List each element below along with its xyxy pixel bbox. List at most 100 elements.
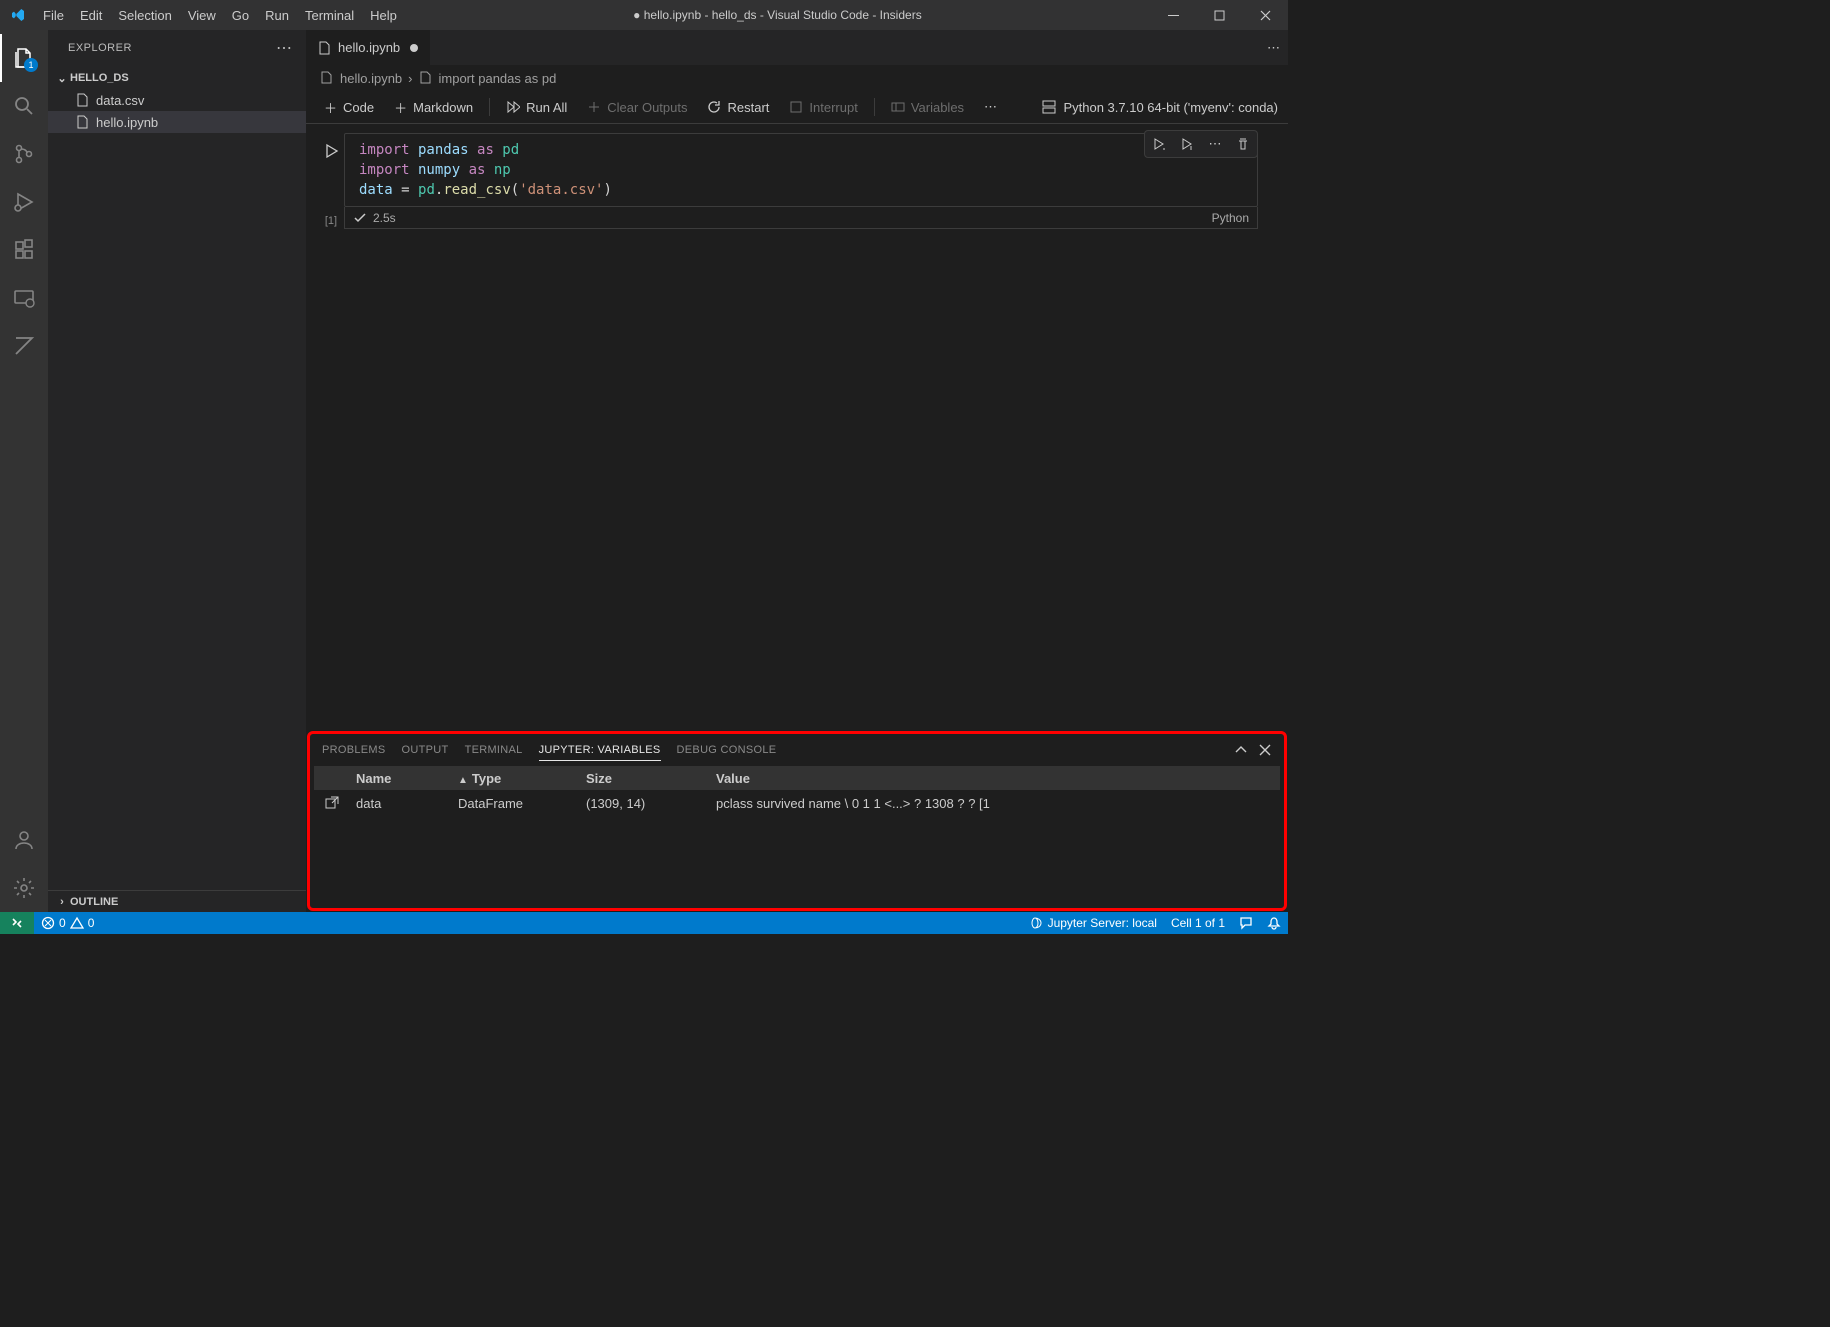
col-value[interactable]: Value bbox=[716, 771, 1280, 786]
bell-icon bbox=[1267, 916, 1281, 930]
interrupt-button[interactable]: Interrupt bbox=[781, 98, 865, 117]
server-icon bbox=[1041, 99, 1057, 115]
add-code-button[interactable]: ＋Code bbox=[316, 96, 382, 119]
project-folder[interactable]: ⌄ HELLO_DS bbox=[48, 67, 306, 89]
account-activity[interactable] bbox=[0, 816, 48, 864]
menu-bar: File Edit Selection View Go Run Terminal… bbox=[35, 0, 405, 30]
sidebar-more-icon[interactable]: ⋯ bbox=[276, 38, 294, 58]
toolbar-more-button[interactable]: ⋯ bbox=[976, 97, 1005, 117]
cell-status-bar: 2.5s Python bbox=[344, 207, 1258, 229]
panel-tabs: PROBLEMS OUTPUT TERMINAL JUPYTER: VARIAB… bbox=[310, 734, 1284, 766]
main-area: 1 EXPLORER ⋯ ⌄ HELLO_DS data.csv bbox=[0, 30, 1288, 912]
file-icon bbox=[316, 40, 332, 56]
exec-time: 2.5s bbox=[373, 211, 396, 225]
title-bar: File Edit Selection View Go Run Terminal… bbox=[0, 0, 1288, 30]
menu-run[interactable]: Run bbox=[257, 0, 297, 30]
minimize-button[interactable] bbox=[1150, 0, 1196, 30]
run-cell-button[interactable] bbox=[323, 143, 339, 159]
restart-button[interactable]: Restart bbox=[699, 98, 777, 117]
outline-label: OUTLINE bbox=[70, 896, 118, 908]
notifications-button[interactable] bbox=[1260, 912, 1288, 934]
remote-activity[interactable] bbox=[0, 274, 48, 322]
variables-button[interactable]: Variables bbox=[883, 98, 972, 117]
panel-maximize-button[interactable] bbox=[1234, 743, 1248, 757]
file-label: data.csv bbox=[96, 93, 144, 108]
panel-tab-terminal[interactable]: TERMINAL bbox=[465, 740, 523, 760]
var-type: DataFrame bbox=[458, 796, 586, 811]
maximize-button[interactable] bbox=[1196, 0, 1242, 30]
cell-language[interactable]: Python bbox=[1212, 211, 1249, 225]
jupyter-activity[interactable] bbox=[0, 322, 48, 370]
window-title: ● hello.ipynb - hello_ds - Visual Studio… bbox=[405, 8, 1150, 22]
fn: read_csv bbox=[443, 182, 510, 198]
file-icon bbox=[74, 92, 90, 108]
paren: ) bbox=[604, 182, 612, 198]
menu-go[interactable]: Go bbox=[224, 0, 257, 30]
cell-position[interactable]: Cell 1 of 1 bbox=[1164, 912, 1232, 934]
chevron-right-icon: › bbox=[54, 896, 70, 908]
cell-more-button[interactable]: ⋯ bbox=[1203, 133, 1227, 155]
label: Interrupt bbox=[809, 100, 857, 115]
variables-header-row: Name ▲Type Size Value bbox=[314, 766, 1280, 790]
plus-icon: ＋ bbox=[394, 98, 407, 117]
panel-tab-jupyter-variables[interactable]: JUPYTER: VARIABLES bbox=[539, 740, 661, 761]
scm-activity[interactable] bbox=[0, 130, 48, 178]
clear-outputs-button[interactable]: Clear Outputs bbox=[579, 98, 695, 117]
window-controls bbox=[1150, 0, 1288, 30]
panel-tab-output[interactable]: OUTPUT bbox=[402, 740, 449, 760]
add-markdown-button[interactable]: ＋Markdown bbox=[386, 96, 481, 119]
variable-row[interactable]: data DataFrame (1309, 14) pclass survive… bbox=[314, 790, 1280, 816]
more-icon[interactable]: ⋯ bbox=[1267, 40, 1280, 56]
menu-edit[interactable]: Edit bbox=[72, 0, 110, 30]
outline-section[interactable]: › OUTLINE bbox=[48, 890, 306, 912]
dirty-indicator bbox=[410, 44, 418, 52]
close-button[interactable] bbox=[1242, 0, 1288, 30]
run-by-line-button[interactable] bbox=[1147, 133, 1171, 155]
delete-cell-button[interactable] bbox=[1231, 133, 1255, 155]
cell-action-bar: ⋯ bbox=[1144, 130, 1258, 158]
label: Clear Outputs bbox=[607, 100, 687, 115]
menu-help[interactable]: Help bbox=[362, 0, 405, 30]
settings-activity[interactable] bbox=[0, 864, 48, 912]
open-variable-icon[interactable] bbox=[314, 795, 350, 811]
panel-close-button[interactable] bbox=[1258, 743, 1272, 757]
col-type[interactable]: ▲Type bbox=[458, 771, 586, 786]
status-bar: 0 0 Jupyter Server: local Cell 1 of 1 bbox=[0, 912, 1288, 934]
label: Jupyter Server: local bbox=[1048, 916, 1157, 930]
col-size[interactable]: Size bbox=[586, 771, 716, 786]
id: pd bbox=[494, 142, 519, 158]
server-icon bbox=[1030, 916, 1044, 930]
explorer-badge: 1 bbox=[24, 58, 38, 72]
remote-indicator[interactable] bbox=[0, 912, 34, 934]
menu-terminal[interactable]: Terminal bbox=[297, 0, 362, 30]
label: Restart bbox=[727, 100, 769, 115]
tab-hello-ipynb[interactable]: hello.ipynb bbox=[306, 30, 431, 65]
jupyter-server-status[interactable]: Jupyter Server: local bbox=[1023, 912, 1164, 934]
breadcrumb[interactable]: hello.ipynb › import pandas as pd bbox=[306, 65, 1288, 91]
panel-tab-problems[interactable]: PROBLEMS bbox=[322, 740, 386, 760]
menu-file[interactable]: File bbox=[35, 0, 72, 30]
breadcrumb-file[interactable]: hello.ipynb bbox=[340, 71, 402, 86]
cell-editor[interactable]: import pandas as pd import numpy as np d… bbox=[344, 133, 1258, 207]
kernel-picker[interactable]: Python 3.7.10 64-bit ('myenv': conda) bbox=[1041, 99, 1278, 115]
extensions-activity[interactable] bbox=[0, 226, 48, 274]
editor-tabs: hello.ipynb ⋯ bbox=[306, 30, 1288, 65]
panel-tab-debug-console[interactable]: DEBUG CONSOLE bbox=[677, 740, 777, 760]
file-hello-ipynb[interactable]: hello.ipynb bbox=[48, 111, 306, 133]
tab-actions[interactable]: ⋯ bbox=[1259, 30, 1288, 65]
col-name[interactable]: Name bbox=[350, 771, 458, 786]
warning-count: 0 bbox=[88, 916, 95, 930]
search-activity[interactable] bbox=[0, 82, 48, 130]
run-all-button[interactable]: Run All bbox=[498, 98, 575, 117]
label: Run All bbox=[526, 100, 567, 115]
errors-warnings[interactable]: 0 0 bbox=[34, 912, 101, 934]
explorer-activity[interactable]: 1 bbox=[0, 34, 48, 82]
menu-view[interactable]: View bbox=[180, 0, 224, 30]
debug-activity[interactable] bbox=[0, 178, 48, 226]
breadcrumb-symbol[interactable]: import pandas as pd bbox=[439, 71, 557, 86]
run-below-button[interactable] bbox=[1175, 133, 1199, 155]
id: pandas bbox=[410, 142, 477, 158]
file-data-csv[interactable]: data.csv bbox=[48, 89, 306, 111]
feedback-button[interactable] bbox=[1232, 912, 1260, 934]
menu-selection[interactable]: Selection bbox=[110, 0, 179, 30]
